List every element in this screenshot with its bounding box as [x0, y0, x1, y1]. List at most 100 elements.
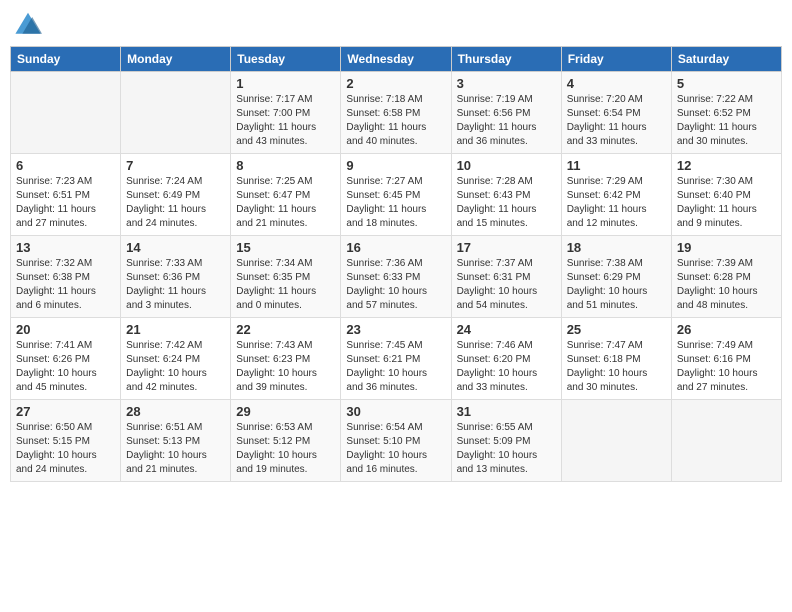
day-info: Sunrise: 7:36 AMSunset: 6:33 PMDaylight:… — [346, 257, 445, 313]
day-info: Sunrise: 7:41 AMSunset: 6:26 PMDaylight:… — [16, 339, 115, 395]
day-number: 17 — [457, 240, 556, 255]
weekday-header-row: SundayMondayTuesdayWednesdayThursdayFrid… — [11, 47, 782, 72]
calendar-cell: 16Sunrise: 7:36 AMSunset: 6:33 PMDayligh… — [341, 236, 451, 318]
day-number: 27 — [16, 404, 115, 419]
calendar-week-row: 27 Sunrise: 6:50 AMSunset: 5:15 PMDayligh… — [11, 400, 782, 482]
calendar-cell: 15 Sunrise: 7:34 AMSunset: 6:35 PMDayligh… — [231, 236, 341, 318]
day-info: Sunrise: 7:18 AMSunset: 6:58 PMDaylight:… — [346, 93, 445, 149]
day-info: Sunrise: 7:17 AMSunset: 7:00 PMDaylight:… — [236, 93, 335, 149]
calendar-cell: 30 Sunrise: 6:54 AMSunset: 5:10 PMDayligh… — [341, 400, 451, 482]
day-number: 28 — [126, 404, 225, 419]
weekday-header-wednesday: Wednesday — [341, 47, 451, 72]
calendar-week-row: 20 Sunrise: 7:41 AMSunset: 6:26 PMDayligh… — [11, 318, 782, 400]
day-info: Sunrise: 7:29 AMSunset: 6:42 PMDaylight:… — [567, 175, 666, 231]
calendar-cell: 4 Sunrise: 7:20 AMSunset: 6:54 PMDaylight… — [561, 72, 671, 154]
day-info: Sunrise: 7:28 AMSunset: 6:43 PMDaylight:… — [457, 175, 556, 231]
page-header — [10, 10, 782, 38]
calendar-cell — [121, 72, 231, 154]
day-number: 24 — [457, 322, 556, 337]
day-info: Sunrise: 7:37 AMSunset: 6:31 PMDaylight:… — [457, 257, 556, 313]
day-info: Sunrise: 7:33 AMSunset: 6:36 PMDaylight:… — [126, 257, 225, 313]
calendar-cell: 26Sunrise: 7:49 AMSunset: 6:16 PMDayligh… — [671, 318, 781, 400]
weekday-header-friday: Friday — [561, 47, 671, 72]
calendar-cell: 9 Sunrise: 7:27 AMSunset: 6:45 PMDaylight… — [341, 154, 451, 236]
calendar-cell: 10Sunrise: 7:28 AMSunset: 6:43 PMDayligh… — [451, 154, 561, 236]
calendar-cell: 23 Sunrise: 7:45 AMSunset: 6:21 PMDayligh… — [341, 318, 451, 400]
calendar-week-row: 1 Sunrise: 7:17 AMSunset: 7:00 PMDaylight… — [11, 72, 782, 154]
calendar-cell: 22 Sunrise: 7:43 AMSunset: 6:23 PMDayligh… — [231, 318, 341, 400]
day-info: Sunrise: 6:51 AMSunset: 5:13 PMDaylight:… — [126, 421, 225, 477]
calendar-cell: 28 Sunrise: 6:51 AMSunset: 5:13 PMDayligh… — [121, 400, 231, 482]
calendar-cell: 13 Sunrise: 7:32 AMSunset: 6:38 PMDayligh… — [11, 236, 121, 318]
day-number: 12 — [677, 158, 776, 173]
calendar-cell: 12Sunrise: 7:30 AMSunset: 6:40 PMDayligh… — [671, 154, 781, 236]
day-info: Sunrise: 7:20 AMSunset: 6:54 PMDaylight:… — [567, 93, 666, 149]
calendar-cell: 17 Sunrise: 7:37 AMSunset: 6:31 PMDayligh… — [451, 236, 561, 318]
calendar-cell — [11, 72, 121, 154]
day-number: 23 — [346, 322, 445, 337]
day-number: 29 — [236, 404, 335, 419]
weekday-header-monday: Monday — [121, 47, 231, 72]
day-number: 20 — [16, 322, 115, 337]
calendar-week-row: 13 Sunrise: 7:32 AMSunset: 6:38 PMDayligh… — [11, 236, 782, 318]
day-info: Sunrise: 7:25 AMSunset: 6:47 PMDaylight:… — [236, 175, 335, 231]
day-number: 4 — [567, 76, 666, 91]
day-number: 18 — [567, 240, 666, 255]
day-info: Sunrise: 7:24 AMSunset: 6:49 PMDaylight:… — [126, 175, 225, 231]
day-info: Sunrise: 7:43 AMSunset: 6:23 PMDaylight:… — [236, 339, 335, 395]
day-info: Sunrise: 7:38 AMSunset: 6:29 PMDaylight:… — [567, 257, 666, 313]
logo-icon — [14, 10, 42, 38]
day-info: Sunrise: 7:45 AMSunset: 6:21 PMDaylight:… — [346, 339, 445, 395]
day-info: Sunrise: 7:39 AMSunset: 6:28 PMDaylight:… — [677, 257, 776, 313]
day-number: 22 — [236, 322, 335, 337]
day-number: 25 — [567, 322, 666, 337]
calendar-cell: 20 Sunrise: 7:41 AMSunset: 6:26 PMDayligh… — [11, 318, 121, 400]
day-number: 30 — [346, 404, 445, 419]
calendar-cell: 2Sunrise: 7:18 AMSunset: 6:58 PMDaylight… — [341, 72, 451, 154]
weekday-header-saturday: Saturday — [671, 47, 781, 72]
day-number: 5 — [677, 76, 776, 91]
calendar-cell: 7 Sunrise: 7:24 AMSunset: 6:49 PMDaylight… — [121, 154, 231, 236]
day-info: Sunrise: 6:54 AMSunset: 5:10 PMDaylight:… — [346, 421, 445, 477]
calendar-cell — [671, 400, 781, 482]
weekday-header-thursday: Thursday — [451, 47, 561, 72]
day-info: Sunrise: 6:55 AMSunset: 5:09 PMDaylight:… — [457, 421, 556, 477]
day-number: 26 — [677, 322, 776, 337]
day-number: 13 — [16, 240, 115, 255]
day-number: 11 — [567, 158, 666, 173]
calendar-cell: 31 Sunrise: 6:55 AMSunset: 5:09 PMDayligh… — [451, 400, 561, 482]
calendar-cell: 18 Sunrise: 7:38 AMSunset: 6:29 PMDayligh… — [561, 236, 671, 318]
calendar-table: SundayMondayTuesdayWednesdayThursdayFrid… — [10, 46, 782, 482]
day-number: 14 — [126, 240, 225, 255]
day-info: Sunrise: 7:34 AMSunset: 6:35 PMDaylight:… — [236, 257, 335, 313]
calendar-cell: 27 Sunrise: 6:50 AMSunset: 5:15 PMDayligh… — [11, 400, 121, 482]
day-number: 15 — [236, 240, 335, 255]
day-info: Sunrise: 7:27 AMSunset: 6:45 PMDaylight:… — [346, 175, 445, 231]
calendar-cell: 3Sunrise: 7:19 AMSunset: 6:56 PMDaylight… — [451, 72, 561, 154]
day-number: 21 — [126, 322, 225, 337]
calendar-cell — [561, 400, 671, 482]
day-number: 31 — [457, 404, 556, 419]
weekday-header-tuesday: Tuesday — [231, 47, 341, 72]
calendar-cell: 1 Sunrise: 7:17 AMSunset: 7:00 PMDaylight… — [231, 72, 341, 154]
day-number: 1 — [236, 76, 335, 91]
calendar-cell: 24 Sunrise: 7:46 AMSunset: 6:20 PMDayligh… — [451, 318, 561, 400]
day-number: 3 — [457, 76, 556, 91]
day-number: 7 — [126, 158, 225, 173]
calendar-cell: 11 Sunrise: 7:29 AMSunset: 6:42 PMDayligh… — [561, 154, 671, 236]
day-info: Sunrise: 7:42 AMSunset: 6:24 PMDaylight:… — [126, 339, 225, 395]
logo — [14, 10, 45, 38]
day-info: Sunrise: 6:50 AMSunset: 5:15 PMDaylight:… — [16, 421, 115, 477]
calendar-cell: 14 Sunrise: 7:33 AMSunset: 6:36 PMDayligh… — [121, 236, 231, 318]
day-number: 9 — [346, 158, 445, 173]
day-info: Sunrise: 7:46 AMSunset: 6:20 PMDaylight:… — [457, 339, 556, 395]
calendar-cell: 21 Sunrise: 7:42 AMSunset: 6:24 PMDayligh… — [121, 318, 231, 400]
weekday-header-sunday: Sunday — [11, 47, 121, 72]
day-info: Sunrise: 7:32 AMSunset: 6:38 PMDaylight:… — [16, 257, 115, 313]
calendar-cell: 8 Sunrise: 7:25 AMSunset: 6:47 PMDaylight… — [231, 154, 341, 236]
day-info: Sunrise: 6:53 AMSunset: 5:12 PMDaylight:… — [236, 421, 335, 477]
day-number: 8 — [236, 158, 335, 173]
calendar-cell: 19Sunrise: 7:39 AMSunset: 6:28 PMDayligh… — [671, 236, 781, 318]
day-info: Sunrise: 7:23 AMSunset: 6:51 PMDaylight:… — [16, 175, 115, 231]
calendar-cell: 29 Sunrise: 6:53 AMSunset: 5:12 PMDayligh… — [231, 400, 341, 482]
